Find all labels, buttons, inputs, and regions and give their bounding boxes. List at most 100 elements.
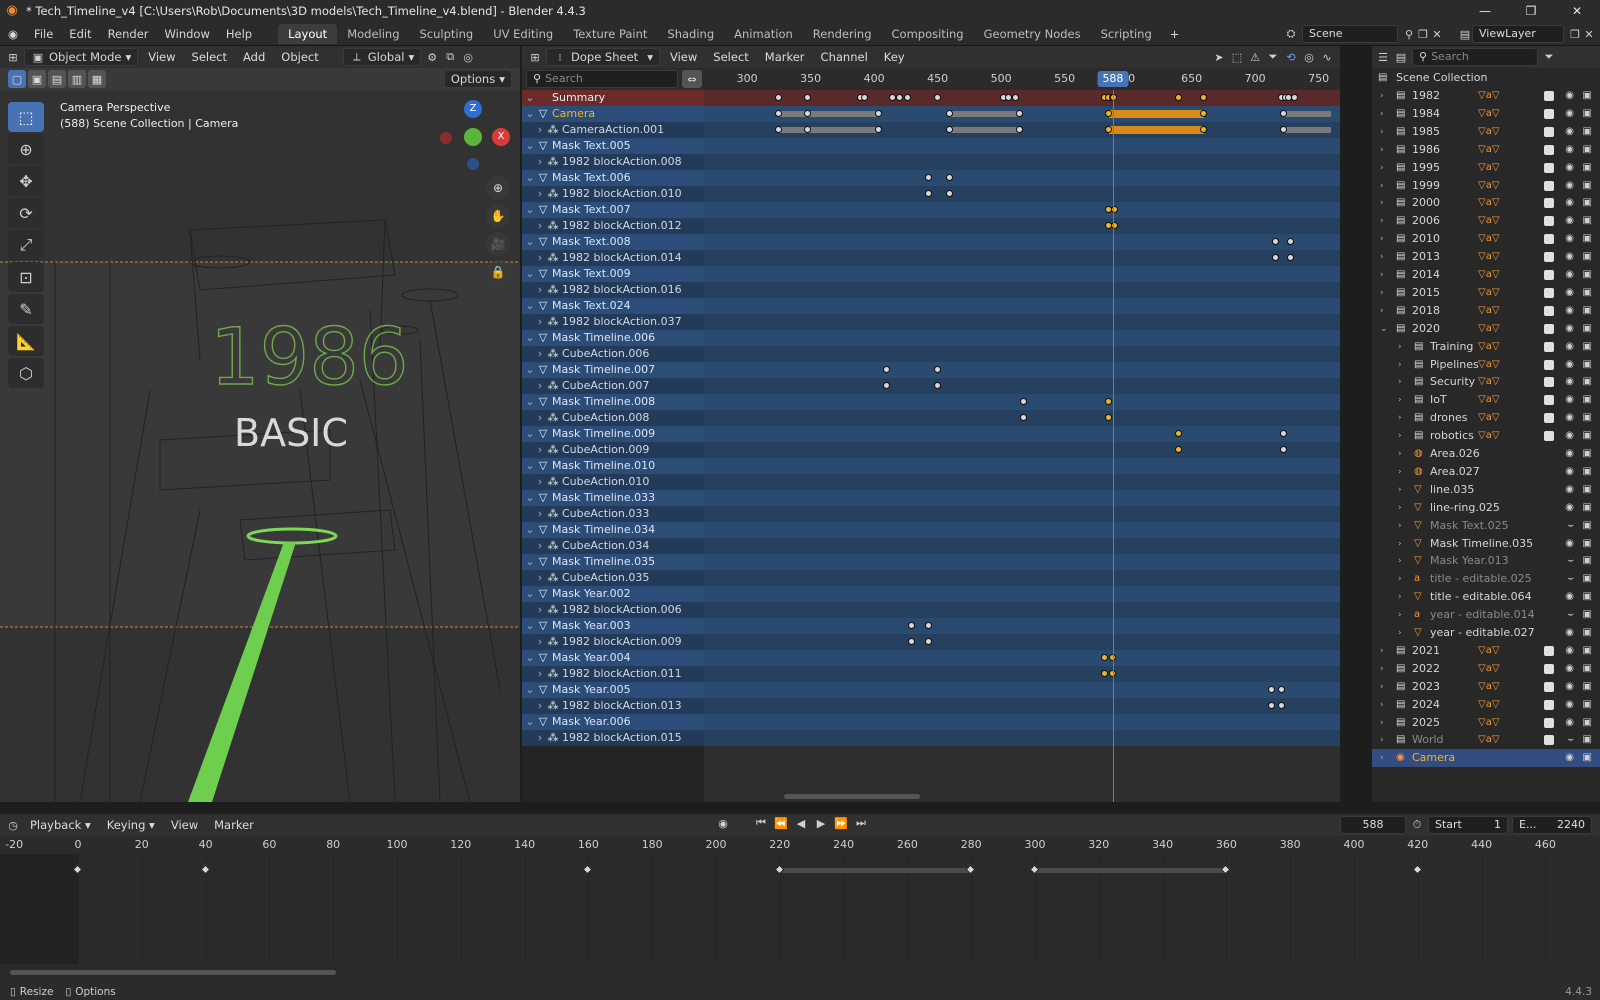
channel-act[interactable]: › ⁂ CubeAction.006 [522, 346, 704, 362]
scene-collection-row[interactable]: ▤ Scene Collection [1372, 69, 1600, 87]
render-camera-icon[interactable]: ▣ [1583, 248, 1592, 266]
keyframe-row[interactable] [704, 698, 1340, 714]
channel-act[interactable]: › ⁂ 1982 blockAction.006 [522, 602, 704, 618]
add-cube-tool-icon[interactable]: ⬡ [8, 358, 44, 388]
chevron-down-icon[interactable]: ⌄ [524, 234, 536, 250]
timeline-editor[interactable]: ◷ Playback ▾ Keying ▾ View Marker ◉ ⏮ ⏪ … [0, 814, 1600, 984]
channel-obj[interactable]: ⌄ ▽ Mask Year.003 [522, 618, 704, 634]
pan-hand-icon[interactable]: ✋ [486, 204, 510, 228]
viewport-options-dropdown[interactable]: Options ▾ [443, 70, 512, 88]
chevron-right-icon[interactable]: › [534, 314, 546, 330]
channel-act[interactable]: › ⁂ CubeAction.033 [522, 506, 704, 522]
exclude-checkbox[interactable] [1544, 252, 1554, 263]
channel-act[interactable]: › ⁂ 1982 blockAction.014 [522, 250, 704, 266]
chevron-down-icon[interactable]: ⌄ [524, 362, 536, 378]
channel-obj[interactable]: ⌄ ▽ Mask Text.008 [522, 234, 704, 250]
chevron-right-icon[interactable]: › [1380, 284, 1384, 302]
exclude-checkbox[interactable] [1544, 413, 1554, 424]
chevron-down-icon[interactable]: ⌄ [524, 650, 536, 666]
chevron-down-icon[interactable]: ⌄ [524, 554, 536, 570]
view-layer-icon[interactable]: ▤ [1458, 28, 1472, 41]
pin-icon[interactable]: ⚲ [1402, 28, 1416, 41]
channel-obj[interactable]: ⌄ ▽ Mask Timeline.035 [522, 554, 704, 570]
chevron-right-icon[interactable]: › [1398, 338, 1402, 356]
gizmo-neg-z-axis[interactable] [467, 158, 479, 170]
eye-icon[interactable]: ◉ [1565, 230, 1574, 248]
chevron-right-icon[interactable]: › [1398, 445, 1402, 463]
outliner-row[interactable]: › ▤ 2015 ▽a▽ ◉ ▣ [1372, 284, 1600, 302]
channel-obj[interactable]: ⌄ ▽ Camera [522, 106, 704, 122]
outliner-row[interactable]: › ▤ robotics ▽a▽ ◉ ▣ [1372, 427, 1600, 445]
menu-render[interactable]: Render [100, 22, 157, 46]
menu-file[interactable]: File [26, 22, 61, 46]
eye-icon[interactable]: ◉ [1565, 409, 1574, 427]
keyframe-selected[interactable] [1105, 398, 1113, 405]
outliner-row[interactable]: › ▽ line.035 ◉ ▣ [1372, 481, 1600, 499]
prev-key-icon[interactable]: ⏪ [774, 817, 788, 830]
keyframe[interactable] [1020, 398, 1028, 405]
outliner-row[interactable]: › ▤ 2022 ▽a▽ ◉ ▣ [1372, 660, 1600, 678]
channel-obj[interactable]: ⌄ ▽ Mask Timeline.006 [522, 330, 704, 346]
chevron-right-icon[interactable]: › [1398, 606, 1402, 624]
timeline-frame-ruler[interactable]: -20 0 20 40 60 80 100 120 140 160 180 200 220 240 260 2… [0, 836, 1600, 854]
render-camera-icon[interactable]: ▣ [1583, 391, 1592, 409]
eye-icon[interactable]: ◉ [1565, 356, 1574, 374]
swap-icon[interactable]: ⇔ [682, 70, 702, 88]
select-mode-subtract-icon[interactable]: ▤ [48, 70, 66, 88]
keyframe[interactable] [1280, 446, 1288, 453]
channel-obj[interactable]: ⌄ ▽ Mask Timeline.010 [522, 458, 704, 474]
menu-edit[interactable]: Edit [61, 22, 99, 46]
eye-icon[interactable]: ◉ [1565, 194, 1574, 212]
eye-icon[interactable]: ◉ [1565, 105, 1574, 123]
chevron-right-icon[interactable]: › [1398, 588, 1402, 606]
channel-act[interactable]: › ⁂ 1982 blockAction.009 [522, 634, 704, 650]
chevron-right-icon[interactable]: › [1398, 356, 1402, 374]
chevron-right-icon[interactable]: › [534, 410, 546, 426]
outliner-row[interactable]: › ▤ Training ▽a▽ ◉ ▣ [1372, 338, 1600, 356]
editor-type-icon[interactable]: ⊞ [528, 51, 542, 64]
render-camera-icon[interactable]: ▣ [1583, 105, 1592, 123]
channel-search-input[interactable]: ⚲ Search [526, 70, 678, 88]
chevron-right-icon[interactable]: › [534, 474, 546, 490]
chevron-right-icon[interactable]: › [1398, 624, 1402, 642]
outliner-row[interactable]: › ▤ 2023 ▽a▽ ◉ ▣ [1372, 678, 1600, 696]
render-camera-icon[interactable]: ▣ [1583, 606, 1592, 624]
filter-icon[interactable]: ⏷ [1542, 50, 1556, 64]
chevron-right-icon[interactable]: › [534, 570, 546, 586]
keyframe[interactable] [875, 110, 883, 117]
render-camera-icon[interactable]: ▣ [1583, 338, 1592, 356]
exclude-checkbox[interactable] [1544, 216, 1554, 227]
only-selected-icon[interactable]: ➤ [1212, 51, 1226, 64]
chevron-right-icon[interactable]: › [1380, 212, 1384, 230]
keyframe-row[interactable] [704, 186, 1340, 202]
keyframe-row[interactable] [704, 234, 1340, 250]
exclude-checkbox[interactable] [1544, 162, 1554, 173]
record-icon[interactable]: ◉ [716, 817, 730, 830]
keyframe-row[interactable] [704, 330, 1340, 346]
keyframe[interactable] [774, 110, 782, 117]
chevron-down-icon[interactable]: ⌄ [524, 202, 536, 218]
channel-act[interactable]: › ⁂ CubeAction.035 [522, 570, 704, 586]
blender-menu-icon[interactable]: ◉ [0, 22, 26, 46]
timeline-menu-view[interactable]: View [165, 814, 204, 836]
chevron-right-icon[interactable]: › [1380, 266, 1384, 284]
chevron-right-icon[interactable]: › [534, 282, 546, 298]
outliner-row[interactable]: › ▤ 2000 ▽a▽ ◉ ▣ [1372, 194, 1600, 212]
channel-act[interactable]: › ⁂ 1982 blockAction.012 [522, 218, 704, 234]
keyframe[interactable] [1286, 254, 1294, 261]
chevron-down-icon[interactable]: ⌄ [524, 618, 536, 634]
channel-act[interactable]: › ⁂ 1982 blockAction.013 [522, 698, 704, 714]
viewport-menu-select[interactable]: Select [186, 46, 233, 68]
chevron-right-icon[interactable]: › [1380, 230, 1384, 248]
channel-act[interactable]: › ⁂ CubeAction.008 [522, 410, 704, 426]
outliner-row[interactable]: › ▤ 1999 ▽a▽ ◉ ▣ [1372, 177, 1600, 195]
eye-icon[interactable]: ◉ [1565, 696, 1574, 714]
scene-name-field[interactable]: Scene [1302, 25, 1398, 43]
outliner-row[interactable]: › a year - editable.014 ⌣ ▣ [1372, 606, 1600, 624]
channel-sum[interactable]: ⌄ Summary [522, 90, 704, 106]
outliner-row[interactable]: › ▤ 2006 ▽a▽ ◉ ▣ [1372, 212, 1600, 230]
keyframe[interactable] [924, 174, 932, 181]
outliner-row[interactable]: › ▤ drones ▽a▽ ◉ ▣ [1372, 409, 1600, 427]
outliner-row[interactable]: › ▤ 2013 ▽a▽ ◉ ▣ [1372, 248, 1600, 266]
outliner-row[interactable]: › ▤ World ▽a▽ ⌣ ▣ [1372, 731, 1600, 749]
